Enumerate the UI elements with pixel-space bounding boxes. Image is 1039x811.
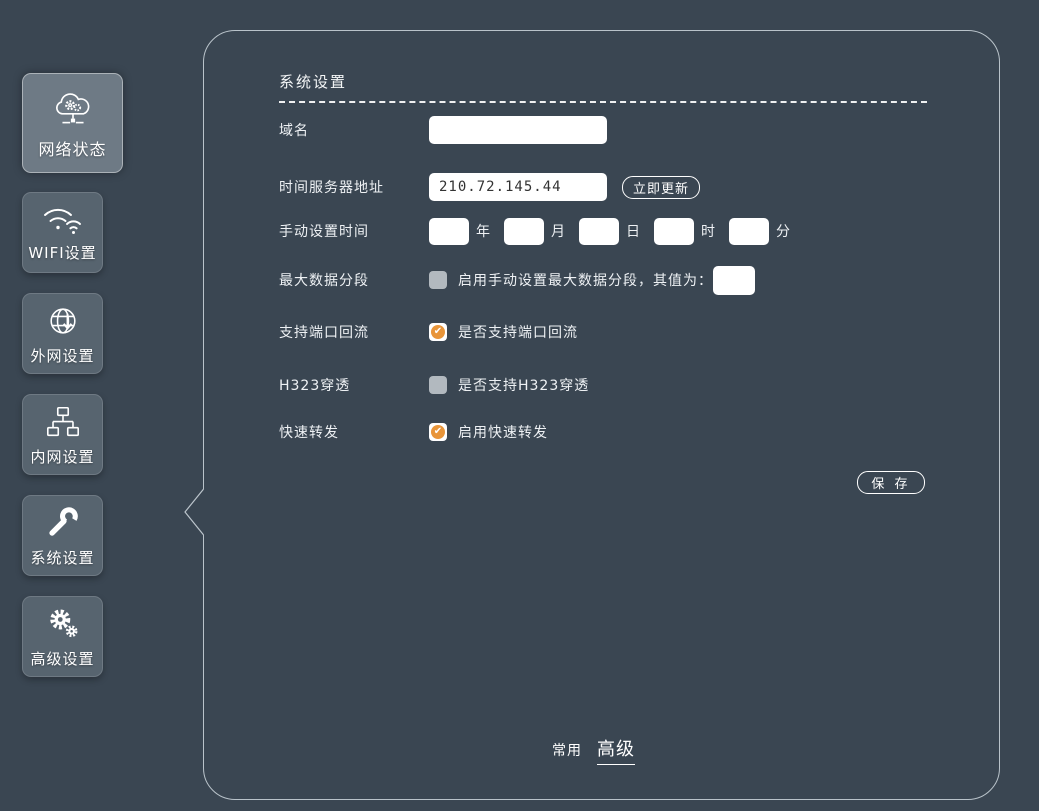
- hour-input[interactable]: [654, 218, 694, 245]
- time-server-input[interactable]: [429, 173, 607, 201]
- day-input[interactable]: [579, 218, 619, 245]
- sidebar-item-wan-settings[interactable]: 外网设置: [22, 293, 103, 374]
- sidebar-item-network-status[interactable]: 网络状态: [22, 73, 123, 173]
- page-title: 系统设置: [279, 71, 347, 92]
- settings-panel: 系统设置 域名 时间服务器地址 立即更新 手动设置时间 年 月 日 时 分: [203, 30, 1000, 800]
- port-loopback-checkbox[interactable]: ✔: [429, 323, 447, 341]
- update-now-button[interactable]: 立即更新: [622, 176, 700, 199]
- sidebar-item-label: 内网设置: [30, 446, 94, 467]
- manual-time-label: 手动设置时间: [279, 221, 429, 241]
- sidebar-item-label: 网络状态: [38, 136, 106, 160]
- h323-row: H323穿透 是否支持H323穿透: [279, 370, 589, 400]
- fast-forward-checkbox[interactable]: ✔: [429, 423, 447, 441]
- check-icon: ✔: [431, 325, 445, 339]
- domain-input[interactable]: [429, 116, 607, 144]
- fast-forward-label: 快速转发: [279, 422, 429, 442]
- port-loopback-row: 支持端口回流 ✔ 是否支持端口回流: [279, 317, 578, 347]
- sidebar-item-lan-settings[interactable]: 内网设置: [22, 394, 103, 475]
- fast-forward-row: 快速转发 ✔ 启用快速转发: [279, 417, 548, 447]
- sidebar-item-label: 外网设置: [30, 345, 94, 366]
- mss-checkbox[interactable]: [429, 271, 447, 289]
- port-loopback-checkbox-label: 是否支持端口回流: [458, 322, 578, 342]
- h323-checkbox-label: 是否支持H323穿透: [458, 375, 589, 395]
- day-unit-label: 日: [626, 221, 640, 241]
- cloud-network-icon: [50, 86, 96, 132]
- sidebar-item-label: 高级设置: [30, 648, 94, 669]
- mss-checkbox-label: 启用手动设置最大数据分段，其值为：: [458, 270, 713, 290]
- sidebar-item-label: WIFI设置: [28, 242, 96, 263]
- check-icon: ✔: [431, 425, 445, 439]
- h323-checkbox[interactable]: [429, 376, 447, 394]
- year-unit-label: 年: [476, 221, 490, 241]
- port-loopback-label: 支持端口回流: [279, 322, 429, 342]
- sidebar-item-wifi-settings[interactable]: WIFI设置: [22, 192, 103, 273]
- year-input[interactable]: [429, 218, 469, 245]
- month-unit-label: 月: [551, 221, 565, 241]
- title-divider: [279, 101, 927, 103]
- domain-label: 域名: [279, 120, 429, 140]
- sidebar-item-advanced-settings[interactable]: 高级设置: [22, 596, 103, 677]
- minute-input[interactable]: [729, 218, 769, 245]
- sidebar-item-label: 系统设置: [30, 547, 94, 568]
- router-admin-page: 网络状态 WIFI设置 外网设置: [0, 0, 1039, 811]
- month-input[interactable]: [504, 218, 544, 245]
- wifi-icon: [41, 202, 85, 238]
- manual-time-row: 手动设置时间 年 月 日 时 分: [279, 216, 790, 246]
- mss-value-input[interactable]: [713, 266, 755, 295]
- tab-advanced[interactable]: 高级: [597, 735, 635, 765]
- panel-notch-arrow: [176, 486, 216, 538]
- save-button[interactable]: 保 存: [857, 471, 925, 494]
- time-server-label: 时间服务器地址: [279, 177, 429, 197]
- sidebar-item-system-settings[interactable]: 系统设置: [22, 495, 103, 576]
- time-server-row: 时间服务器地址 立即更新: [279, 172, 700, 202]
- tab-common[interactable]: 常用: [552, 740, 582, 760]
- fast-forward-checkbox-label: 启用快速转发: [458, 422, 548, 442]
- sitemap-icon: [42, 402, 84, 442]
- globe-download-icon: [43, 301, 83, 341]
- minute-unit-label: 分: [776, 221, 790, 241]
- domain-row: 域名: [279, 115, 607, 145]
- wrench-icon: [43, 503, 83, 543]
- hour-unit-label: 时: [701, 221, 715, 241]
- mss-label: 最大数据分段: [279, 270, 429, 290]
- h323-label: H323穿透: [279, 375, 429, 395]
- gears-icon: [43, 604, 83, 644]
- mss-row: 最大数据分段 启用手动设置最大数据分段，其值为：: [279, 265, 755, 295]
